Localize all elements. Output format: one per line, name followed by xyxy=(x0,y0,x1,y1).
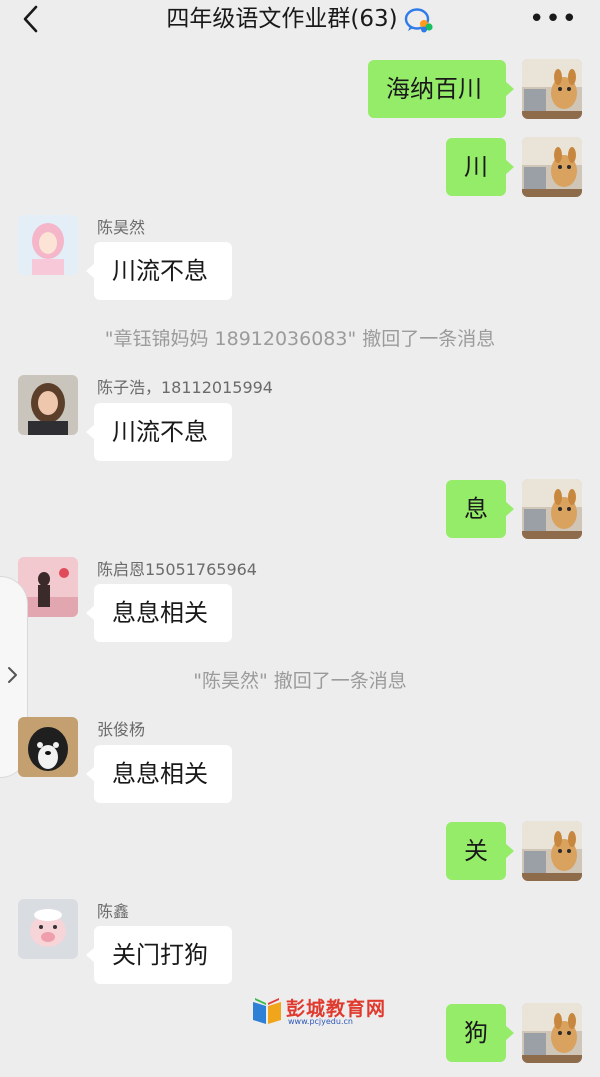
member-message-bubble[interactable]: 关门打狗 xyxy=(86,926,232,984)
system-notice: "章钰锦妈妈 18912036083" 撤回了一条消息 xyxy=(104,328,496,350)
my-message-bubble[interactable]: 海纳百川 xyxy=(368,60,514,118)
message-text: 海纳百川 xyxy=(386,75,482,103)
my-message-bubble[interactable]: 川 xyxy=(446,138,514,196)
sender-name: 陈鑫 xyxy=(97,902,130,921)
watermark-url: www.pcjyedu.cn xyxy=(288,1017,353,1026)
more-icon[interactable]: ••• xyxy=(529,4,578,34)
message-text: 川流不息 xyxy=(112,257,208,285)
my-avatar[interactable] xyxy=(522,821,582,881)
my-avatar[interactable] xyxy=(522,1003,582,1063)
sender-name: 陈启恩15051765964 xyxy=(97,560,257,579)
member-avatar[interactable] xyxy=(18,375,78,435)
sender-name: 张俊杨 xyxy=(97,720,146,739)
member-avatar[interactable] xyxy=(18,899,78,959)
message-text: 川流不息 xyxy=(112,418,208,446)
member-message-bubble[interactable]: 川流不息 xyxy=(86,242,232,300)
member-avatar[interactable] xyxy=(18,717,78,777)
member-message-bubble[interactable]: 息息相关 xyxy=(86,745,232,803)
message-text: 川 xyxy=(464,153,488,181)
my-message-bubble[interactable]: 关 xyxy=(446,822,514,880)
member-message-bubble[interactable]: 川流不息 xyxy=(86,403,232,461)
my-avatar[interactable] xyxy=(522,479,582,539)
group-chat-icon xyxy=(404,7,433,32)
watermark-logo: 彭城教育网 www.pcjyedu.cn xyxy=(250,992,390,1032)
member-avatar[interactable] xyxy=(18,215,78,275)
sender-name: 陈昊然 xyxy=(97,218,146,237)
message-text: 关门打狗 xyxy=(112,941,208,969)
top-bar: 四年级语文作业群(63) ••• xyxy=(0,0,600,40)
my-avatar[interactable] xyxy=(522,137,582,197)
message-text: 息息相关 xyxy=(112,760,208,788)
message-text: 息 xyxy=(464,495,488,523)
book-logo-icon xyxy=(253,998,281,1024)
my-avatar[interactable] xyxy=(522,59,582,119)
chat-title: 四年级语文作业群(63) xyxy=(166,6,398,32)
system-notice: "陈昊然" 撤回了一条消息 xyxy=(193,670,407,692)
my-message-bubble[interactable]: 息 xyxy=(446,480,514,538)
my-message-bubble[interactable]: 狗 xyxy=(446,1004,514,1062)
sender-name: 陈子浩，18112015994 xyxy=(97,378,273,397)
message-text: 狗 xyxy=(464,1019,488,1047)
chat-title-area[interactable]: 四年级语文作业群(63) xyxy=(0,4,600,34)
message-text: 关 xyxy=(464,837,488,865)
member-message-bubble[interactable]: 息息相关 xyxy=(86,584,232,642)
message-text: 息息相关 xyxy=(112,599,208,627)
